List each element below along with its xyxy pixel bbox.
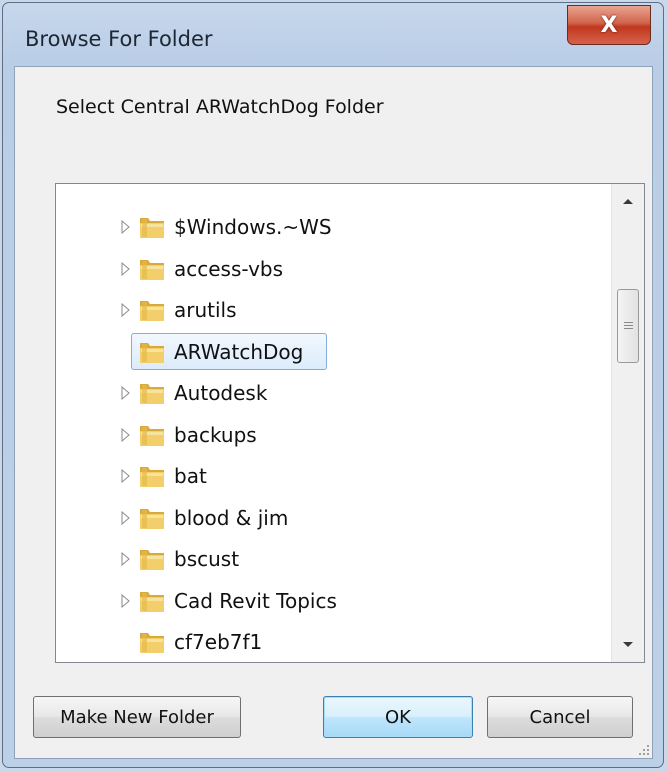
folder-icon	[138, 629, 166, 655]
folder-icon	[138, 214, 166, 240]
expand-arrow-icon[interactable]	[119, 385, 131, 401]
expand-arrow-icon[interactable]	[119, 302, 131, 318]
tree-item[interactable]: backups	[56, 416, 611, 454]
browse-for-folder-dialog: Browse For Folder X Select Central ARWat…	[2, 2, 664, 768]
tree-item[interactable]: bat	[56, 457, 611, 495]
close-button[interactable]: X	[567, 5, 651, 45]
scroll-down-arrow-icon	[623, 642, 633, 647]
tree-item[interactable]: Autodesk	[56, 374, 611, 412]
expand-arrow-icon[interactable]	[119, 551, 131, 567]
make-new-folder-label: Make New Folder	[60, 706, 214, 728]
tree-item[interactable]: access-vbs	[56, 250, 611, 288]
expand-arrow-icon[interactable]	[119, 427, 131, 443]
folder-icon	[138, 505, 166, 531]
dialog-prompt: Select Central ARWatchDog Folder	[56, 96, 384, 118]
tree-item-label: ARWatchDog	[174, 339, 304, 364]
scroll-up-button[interactable]	[612, 184, 644, 218]
window-title: Browse For Folder	[25, 27, 213, 51]
expand-arrow-icon[interactable]	[119, 510, 131, 526]
tree-item-label: blood & jim	[174, 505, 289, 530]
folder-icon	[138, 588, 166, 614]
scroll-down-button[interactable]	[612, 628, 644, 662]
resize-grip-icon[interactable]	[636, 742, 650, 756]
cancel-label: Cancel	[529, 706, 591, 728]
folder-icon	[138, 256, 166, 282]
folder-icon	[138, 380, 166, 406]
tree-item-label: access-vbs	[174, 256, 284, 281]
tree-item-label: cf7eb7f1	[174, 630, 263, 654]
expand-arrow-icon[interactable]	[119, 593, 131, 609]
tree-item[interactable]: cf7eb7f1	[56, 623, 611, 661]
tree-item-label: Autodesk	[174, 381, 268, 405]
tree-item-label: bscust	[174, 547, 240, 571]
folder-icon	[138, 463, 166, 489]
cancel-button[interactable]: Cancel	[487, 696, 633, 738]
tree-item[interactable]: bscust	[56, 540, 611, 578]
folder-tree[interactable]: $Windows.~WS access-vbs arutils ARWatchDog A…	[55, 183, 645, 663]
folder-icon	[138, 339, 166, 365]
tree-item[interactable]: blood & jim	[56, 499, 611, 537]
tree-item-label: bat	[174, 464, 207, 488]
dialog-client-area: Select Central ARWatchDog Folder $Window…	[14, 66, 653, 759]
make-new-folder-button[interactable]: Make New Folder	[33, 696, 241, 738]
title-bar[interactable]: Browse For Folder X	[3, 3, 663, 75]
tree-item[interactable]: Cad Revit Topics	[56, 582, 611, 620]
tree-item-label: arutils	[174, 298, 237, 322]
tree-item[interactable]: $Windows.~WS	[56, 208, 611, 246]
close-icon: X	[600, 12, 618, 38]
ok-label: OK	[385, 706, 411, 728]
folder-icon	[138, 297, 166, 323]
expand-arrow-icon[interactable]	[119, 261, 131, 277]
folder-icon	[138, 546, 166, 572]
scroll-up-arrow-icon	[623, 199, 633, 204]
tree-item-label: Cad Revit Topics	[174, 588, 337, 613]
folder-icon	[138, 422, 166, 448]
tree-item[interactable]: arutils	[56, 291, 611, 329]
vertical-scrollbar[interactable]	[611, 184, 644, 662]
scroll-thumb[interactable]	[617, 289, 639, 363]
expand-arrow-icon[interactable]	[119, 468, 131, 484]
ok-button[interactable]: OK	[323, 696, 473, 738]
tree-item-label: $Windows.~WS	[174, 215, 332, 239]
tree-item[interactable]: ARWatchDog	[56, 332, 611, 371]
expand-arrow-icon[interactable]	[119, 219, 131, 235]
scroll-grip-icon	[623, 321, 633, 331]
tree-item-label: backups	[174, 422, 257, 447]
folder-tree-rows: $Windows.~WS access-vbs arutils ARWatchDog A…	[56, 184, 611, 662]
